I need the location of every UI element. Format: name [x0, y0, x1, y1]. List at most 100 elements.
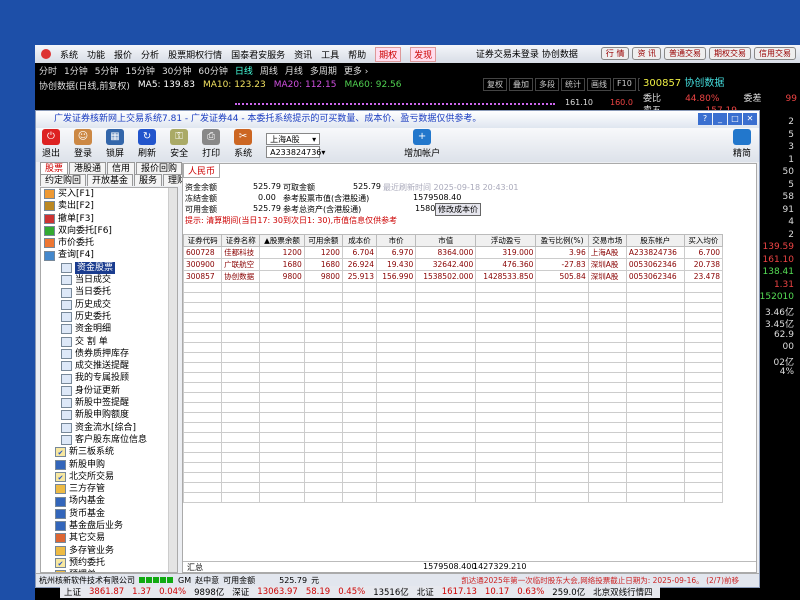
tab[interactable]: 开放基金 — [87, 174, 134, 186]
sidebar-item[interactable]: 历史成交 — [41, 299, 177, 311]
chart-tool-button[interactable]: F10 — [613, 78, 636, 91]
period-tab[interactable]: 30分钟 — [162, 64, 191, 77]
period-tab[interactable]: 周线 — [260, 64, 278, 77]
sidebar-item[interactable]: 其它交易 — [41, 532, 177, 544]
period-tab[interactable]: 多周期 — [310, 64, 337, 77]
news-ticker[interactable]: 北京双线行情四 — [593, 586, 653, 598]
menu-item[interactable]: 工具 — [321, 48, 339, 61]
menu-item[interactable]: 帮助 — [348, 48, 366, 61]
menu-item[interactable]: 报价 — [114, 48, 132, 61]
period-tab[interactable]: 分时 — [39, 64, 57, 77]
menu-button[interactable]: 资 讯 — [632, 47, 661, 60]
menu-item[interactable]: 分析 — [141, 48, 159, 61]
menu-item[interactable]: 股票期权行情 — [168, 48, 222, 61]
add-account-button[interactable]: + 增加帐户 — [404, 129, 440, 159]
help-icon[interactable]: ? — [698, 113, 712, 125]
sidebar-item[interactable]: 历史委托 — [41, 311, 177, 323]
toolbar-exit-button[interactable]: ⏻ 退出 — [42, 129, 60, 159]
sidebar-item[interactable]: 双向委托[F6] — [41, 225, 177, 237]
sidebar-item[interactable]: 成交推送提醒 — [41, 360, 177, 372]
sidebar-item[interactable]: 场内基金 — [41, 495, 177, 507]
sidebar-item[interactable]: ✔ 新三板系统 — [41, 446, 177, 458]
column-header[interactable]: ▲股票余额 — [259, 234, 305, 247]
tab[interactable]: 港股通 — [69, 162, 107, 174]
sidebar-item[interactable]: 债券质押库存 — [41, 348, 177, 360]
sidebar-item[interactable]: 新股申购额度 — [41, 409, 177, 421]
market-select[interactable]: 上海A股 ▾ — [266, 133, 321, 145]
account-select[interactable]: A233824736 ▾ — [266, 146, 325, 158]
period-tab[interactable]: 15分钟 — [125, 64, 154, 77]
sidebar-item[interactable]: 新股申购 — [41, 459, 177, 471]
toolbar-refresh-button[interactable]: ↻ 刷新 — [138, 129, 156, 159]
close-button[interactable]: ✕ — [743, 113, 757, 125]
column-header[interactable]: 市值 — [415, 234, 477, 247]
sidebar-item[interactable]: 卖出[F2] — [41, 200, 177, 212]
chart-tool-button[interactable]: 多段 — [535, 78, 559, 91]
announcement-marquee[interactable]: 凯达通2025年第一次临时股东大会,网络投票截止日期为: 2025-09-16。… — [461, 575, 759, 586]
sidebar-item[interactable]: 查询[F4] — [41, 249, 177, 261]
menu-item[interactable]: 功能 — [87, 48, 105, 61]
toolbar-security-button[interactable]: ⚿ 安全 — [170, 129, 188, 159]
period-tab[interactable]: 日线 — [235, 64, 253, 77]
chart-tool-button[interactable]: 统计 — [561, 78, 585, 91]
tab[interactable]: 约定购回 — [40, 174, 87, 186]
sidebar-item[interactable]: ✔ 预约委托 — [41, 557, 177, 569]
menu-item[interactable]: 国泰君安服务 — [231, 48, 285, 61]
sidebar-item[interactable]: 买入[F1] — [41, 188, 177, 200]
period-tab[interactable]: 月线 — [285, 64, 303, 77]
table-row[interactable]: 300857 协创数据 9800 9800 25.913 156.990 1538502.0… — [182, 270, 724, 283]
simple-mode-button[interactable]: 精简 — [732, 129, 751, 159]
sidebar-item[interactable]: 我的专属投顾 — [41, 372, 177, 384]
column-header[interactable]: 可用余额 — [303, 234, 343, 247]
tab[interactable]: 服务 — [134, 174, 163, 186]
menu-item-highlight[interactable]: 发现 — [410, 46, 437, 62]
column-header[interactable]: 股东帐户 — [625, 234, 685, 247]
column-header[interactable]: 盈亏比例(%) — [535, 234, 589, 247]
sidebar-item[interactable]: 市价委托 — [41, 237, 177, 249]
sidebar-item[interactable]: 交 割 单 — [41, 336, 177, 348]
sidebar-item[interactable]: 资金明细 — [41, 323, 177, 335]
menu-item-highlight[interactable]: 期权 — [375, 46, 402, 62]
sidebar-item[interactable]: 新股中签提醒 — [41, 397, 177, 409]
menu-button[interactable]: 期权交易 — [709, 47, 751, 60]
tab[interactable]: 信用 — [107, 162, 136, 174]
sidebar-item[interactable]: 资金股票 — [41, 261, 177, 275]
period-tab[interactable]: 5分钟 — [95, 64, 119, 77]
sidebar-item[interactable]: 身份证更新 — [41, 385, 177, 397]
menu-item[interactable]: 资讯 — [294, 48, 312, 61]
sidebar-item[interactable]: 多存管业务 — [41, 545, 177, 557]
table-row[interactable]: 300900 广联航空 1680 1680 26.924 19.430 32642.400 4… — [182, 258, 724, 271]
chart-tool-button[interactable]: 复权 — [483, 78, 507, 91]
toolbar-print-button[interactable]: ⎙ 打印 — [202, 129, 220, 159]
tab[interactable]: 股票 — [40, 162, 69, 174]
sidebar-item[interactable]: 客户股东席位信息 — [41, 434, 177, 446]
column-header[interactable]: 证券名称 — [221, 234, 261, 247]
column-header[interactable]: 证券代码 — [182, 234, 223, 247]
column-header[interactable]: 市价 — [375, 234, 417, 247]
menu-button[interactable]: 行 情 — [600, 47, 630, 60]
maximize-button[interactable]: □ — [728, 113, 742, 125]
currency-tab[interactable]: 人民币 — [183, 164, 221, 178]
sidebar-item[interactable]: 三方存管 — [41, 483, 177, 495]
sidebar-scrollbar[interactable] — [168, 188, 177, 572]
toolbar-login-button[interactable]: ☺ 登录 — [74, 129, 92, 159]
menu-button[interactable]: 信用交易 — [754, 47, 796, 60]
fix-cost-button[interactable]: 修改成本价 — [435, 203, 481, 216]
tab[interactable]: 报价回购 — [136, 162, 183, 174]
column-header[interactable]: 浮动盈亏 — [475, 234, 537, 247]
column-header[interactable]: 买入均价 — [683, 234, 724, 247]
sidebar-item[interactable]: ✔ 北交所交易 — [41, 471, 177, 483]
sidebar-item[interactable]: 货币基金 — [41, 508, 177, 520]
chart-tool-button[interactable]: 画线 — [587, 78, 611, 91]
period-tab[interactable]: 更多 › — [344, 64, 368, 77]
sidebar-item[interactable]: 撤单[F3] — [41, 213, 177, 225]
sidebar-item[interactable]: 基金盘后业务 — [41, 520, 177, 532]
sidebar-item[interactable]: 资金流水[综合] — [41, 422, 177, 434]
sidebar-item[interactable]: 当日成交 — [41, 274, 177, 286]
menu-button[interactable]: 普通交易 — [664, 47, 706, 60]
minimize-button[interactable]: _ — [713, 113, 727, 125]
sidebar-item[interactable]: 当日委托 — [41, 286, 177, 298]
table-row[interactable]: 600728 佳都科技 1200 1200 6.704 6.970 8364.000 319.… — [182, 246, 724, 259]
toolbar-lock-button[interactable]: ▦ 锁屏 — [106, 129, 124, 159]
period-tab[interactable]: 1分钟 — [64, 64, 88, 77]
